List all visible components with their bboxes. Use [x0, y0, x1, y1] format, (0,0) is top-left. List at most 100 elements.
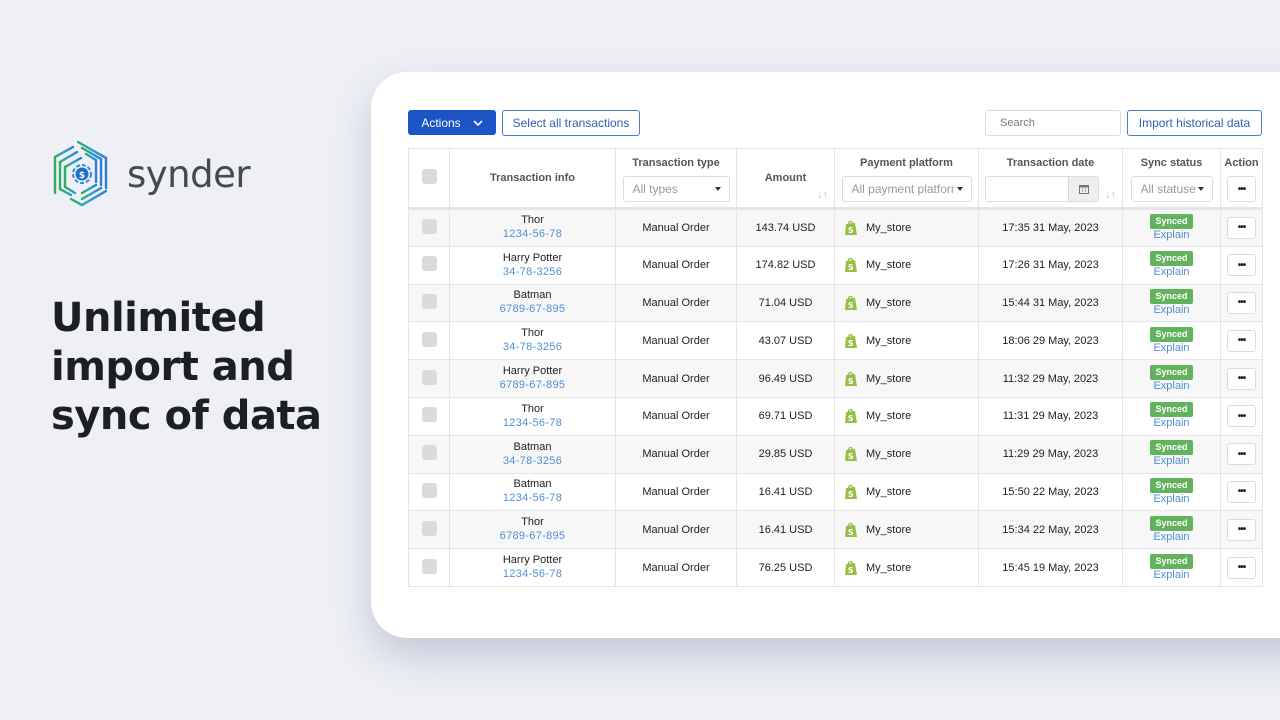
bulk-action-more-button[interactable]: ••• — [1227, 176, 1256, 202]
status-filter-select[interactable]: All statuses — [1130, 176, 1213, 202]
row-more-button[interactable]: ••• — [1227, 556, 1256, 579]
row-more-button[interactable]: ••• — [1227, 367, 1256, 390]
row-more-button[interactable]: ••• — [1227, 518, 1256, 541]
row-checkbox[interactable] — [421, 482, 437, 498]
row-more-button[interactable]: ••• — [1227, 329, 1256, 352]
row-checkbox[interactable] — [421, 293, 437, 309]
transaction-info-cell: Thor 6789-67-895 — [449, 510, 616, 550]
type-filter-select[interactable]: All types — [622, 176, 730, 202]
row-more-button[interactable]: ••• — [1227, 254, 1256, 277]
import-historical-data-button[interactable]: Import historical data — [1127, 110, 1262, 136]
transaction-id-link[interactable]: 1234-56-78 — [450, 567, 615, 581]
explain-link[interactable]: Explain — [1123, 455, 1220, 468]
brand-name: synder — [127, 152, 251, 196]
transaction-id-link[interactable]: 1234-56-78 — [450, 491, 615, 505]
sort-icon[interactable]: ↓↑ — [817, 189, 828, 201]
explain-link[interactable]: Explain — [1123, 229, 1220, 242]
transaction-date-cell: 15:45 19 May, 2023 — [978, 548, 1123, 587]
sync-status-cell: Synced Explain — [1122, 548, 1221, 587]
row-checkbox[interactable] — [421, 218, 437, 234]
row-checkbox-cell — [408, 510, 450, 550]
shopify-icon: S — [845, 220, 857, 235]
platform-cell: S My_store — [834, 396, 979, 436]
row-checkbox-cell — [408, 434, 450, 474]
customer-name: Thor — [521, 214, 544, 227]
amount-cell: 43.07 USD — [736, 321, 835, 361]
column-title-action: Action — [1224, 157, 1259, 169]
table-row[interactable]: Harry Potter 1234-56-78 Manual Order 76.… — [408, 548, 1263, 587]
transaction-type-cell: Manual Order — [615, 472, 737, 512]
table-row[interactable]: Batman 34-78-3256 Manual Order 29.85 USD… — [408, 434, 1263, 474]
table-row[interactable]: Batman 6789-67-895 Manual Order 71.04 US… — [408, 283, 1263, 323]
select-all-transactions-button[interactable]: Select all transactions — [502, 110, 640, 136]
amount-cell: 29.85 USD — [736, 434, 835, 474]
transaction-id-link[interactable]: 1234-56-78 — [450, 227, 615, 241]
row-action-cell: ••• — [1220, 321, 1263, 361]
column-header-amount: Amount ↓↑ — [736, 148, 835, 210]
row-more-button[interactable]: ••• — [1227, 443, 1256, 466]
platform-name: My_store — [866, 410, 912, 423]
row-checkbox[interactable] — [421, 445, 437, 461]
transaction-info-cell: Harry Potter 6789-67-895 — [449, 359, 616, 398]
table-row[interactable]: Thor 1234-56-78 Manual Order 143.74 USD … — [408, 208, 1263, 247]
headline: Unlimited import and sync of data — [51, 295, 322, 439]
platform-name: My_store — [866, 372, 912, 385]
explain-link[interactable]: Explain — [1123, 304, 1220, 317]
row-more-button[interactable]: ••• — [1227, 480, 1256, 503]
search-input[interactable]: Search — [985, 110, 1121, 136]
transaction-id-link[interactable]: 6789-67-895 — [450, 378, 615, 392]
explain-link[interactable]: Explain — [1123, 493, 1220, 506]
row-checkbox[interactable] — [421, 558, 437, 574]
transaction-id-link[interactable]: 1234-56-78 — [450, 416, 615, 430]
explain-link[interactable]: Explain — [1123, 569, 1220, 582]
platform-filter-value: All payment platform — [851, 182, 954, 196]
date-filter-input[interactable] — [985, 176, 1099, 202]
table-row[interactable]: Harry Potter 6789-67-895 Manual Order 96… — [408, 359, 1263, 398]
transaction-id-link[interactable]: 34-78-3256 — [450, 265, 615, 279]
actions-dropdown-button[interactable]: Actions — [408, 110, 496, 135]
calendar-icon[interactable] — [1068, 177, 1098, 201]
platform-name: My_store — [866, 259, 912, 272]
row-checkbox[interactable] — [421, 520, 437, 536]
table-row[interactable]: Thor 6789-67-895 Manual Order 16.41 USD … — [408, 510, 1263, 550]
transaction-id-link[interactable]: 34-78-3256 — [450, 340, 615, 354]
platform-cell: S My_store — [834, 359, 979, 398]
explain-link[interactable]: Explain — [1123, 531, 1220, 544]
explain-link[interactable]: Explain — [1123, 342, 1220, 355]
row-checkbox[interactable] — [421, 256, 437, 272]
platform-filter-select[interactable]: All payment platform — [841, 176, 972, 202]
table-row[interactable]: Thor 1234-56-78 Manual Order 69.71 USD S… — [408, 396, 1263, 436]
select-all-checkbox[interactable] — [421, 169, 437, 184]
row-action-cell: ••• — [1220, 245, 1263, 285]
customer-name: Thor — [521, 516, 544, 529]
row-checkbox[interactable] — [421, 331, 437, 347]
row-checkbox[interactable] — [421, 369, 437, 385]
transaction-info-cell: Harry Potter 34-78-3256 — [449, 245, 616, 285]
transaction-id-link[interactable]: 6789-67-895 — [450, 302, 615, 316]
transaction-date-cell: 18:06 29 May, 2023 — [978, 321, 1123, 361]
row-action-cell: ••• — [1220, 434, 1263, 474]
amount-cell: 76.25 USD — [736, 548, 835, 587]
synced-status-badge: Synced — [1150, 440, 1193, 456]
svg-text:S: S — [848, 339, 854, 348]
sort-icon[interactable]: ↓↑ — [1105, 189, 1116, 201]
explain-link[interactable]: Explain — [1123, 380, 1220, 393]
platform-cell: S My_store — [834, 208, 979, 247]
row-checkbox[interactable] — [421, 407, 437, 423]
transaction-date-cell: 11:29 29 May, 2023 — [978, 434, 1123, 474]
row-action-cell: ••• — [1220, 208, 1263, 247]
row-checkbox-cell — [408, 472, 450, 512]
transaction-id-link[interactable]: 6789-67-895 — [450, 529, 615, 543]
synced-status-badge: Synced — [1150, 326, 1193, 342]
customer-name: Batman — [513, 289, 552, 302]
row-more-button[interactable]: ••• — [1227, 216, 1256, 239]
table-row[interactable]: Batman 1234-56-78 Manual Order 16.41 USD… — [408, 472, 1263, 512]
svg-text:S: S — [848, 301, 854, 310]
table-row[interactable]: Thor 34-78-3256 Manual Order 43.07 USD S… — [408, 321, 1263, 361]
table-row[interactable]: Harry Potter 34-78-3256 Manual Order 174… — [408, 245, 1263, 285]
explain-link[interactable]: Explain — [1123, 266, 1220, 279]
row-more-button[interactable]: ••• — [1227, 405, 1256, 428]
explain-link[interactable]: Explain — [1123, 417, 1220, 430]
transaction-id-link[interactable]: 34-78-3256 — [450, 454, 615, 468]
row-more-button[interactable]: ••• — [1227, 291, 1256, 314]
